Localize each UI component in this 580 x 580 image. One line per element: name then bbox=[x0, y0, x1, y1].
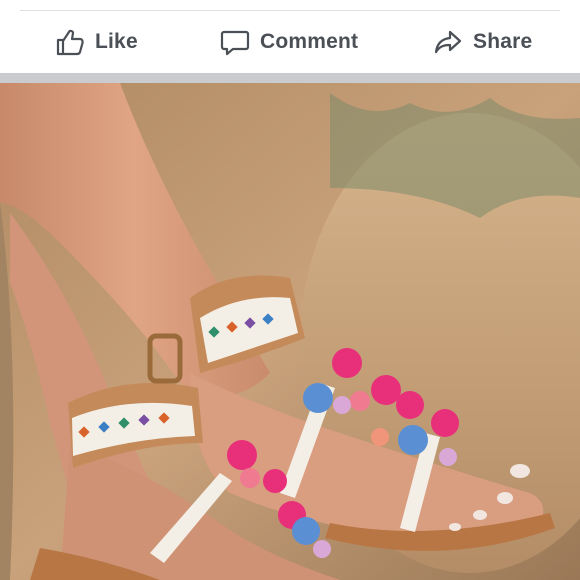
like-button[interactable]: Like bbox=[55, 11, 138, 73]
section-divider bbox=[0, 73, 580, 83]
comment-label: Comment bbox=[260, 30, 359, 53]
thumbs-up-icon bbox=[55, 27, 85, 57]
comment-button[interactable]: Comment bbox=[220, 11, 358, 73]
share-arrow-icon bbox=[433, 27, 463, 57]
post-photo[interactable] bbox=[0, 83, 580, 580]
post-top-border bbox=[20, 0, 560, 11]
share-label: Share bbox=[473, 30, 533, 53]
post-action-bar: Like Comment Share bbox=[0, 11, 580, 73]
speech-bubble-icon bbox=[220, 27, 250, 57]
share-button[interactable]: Share bbox=[433, 11, 532, 73]
like-label: Like bbox=[95, 30, 138, 53]
